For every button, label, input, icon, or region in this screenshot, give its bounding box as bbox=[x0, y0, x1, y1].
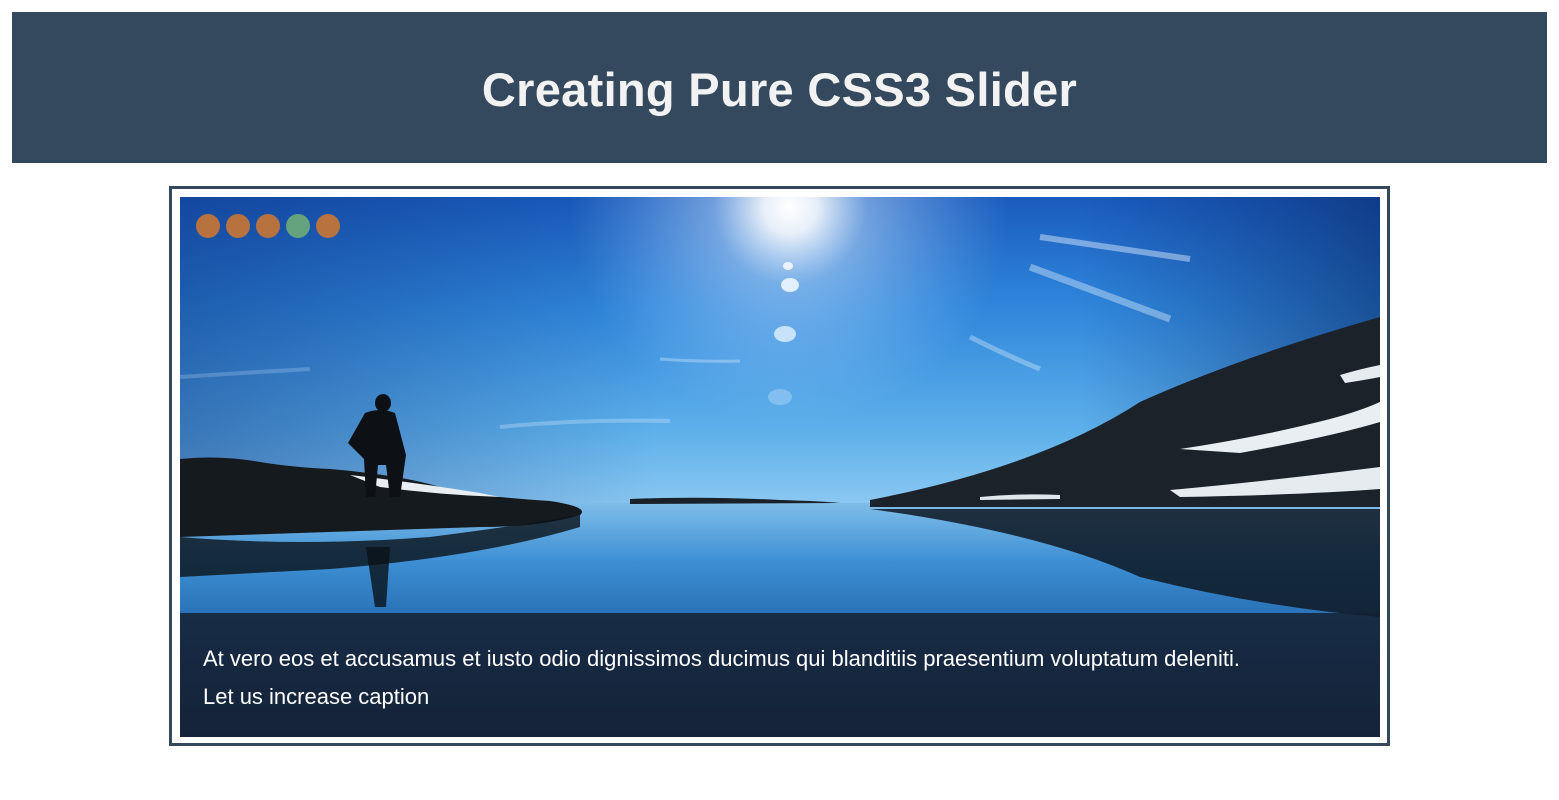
page-title: Creating Pure CSS3 Slider bbox=[481, 63, 1078, 116]
slide-dot-5[interactable] bbox=[316, 214, 340, 238]
caption-line-2: Let us increase caption bbox=[203, 684, 430, 709]
slider-frame: At vero eos et accusamus et iusto odio d… bbox=[169, 186, 1390, 746]
slide-caption: At vero eos et accusamus et iusto odio d… bbox=[180, 613, 1380, 737]
caption-line-1: At vero eos et accusamus et iusto odio d… bbox=[203, 646, 1240, 671]
slide: At vero eos et accusamus et iusto odio d… bbox=[180, 197, 1380, 737]
slide-dot-2[interactable] bbox=[226, 214, 250, 238]
page-header: Creating Pure CSS3 Slider bbox=[12, 12, 1547, 163]
slide-dot-1[interactable] bbox=[196, 214, 220, 238]
slider-dots bbox=[196, 214, 340, 238]
slide-dot-4-active[interactable] bbox=[286, 214, 310, 238]
slide-dot-3[interactable] bbox=[256, 214, 280, 238]
